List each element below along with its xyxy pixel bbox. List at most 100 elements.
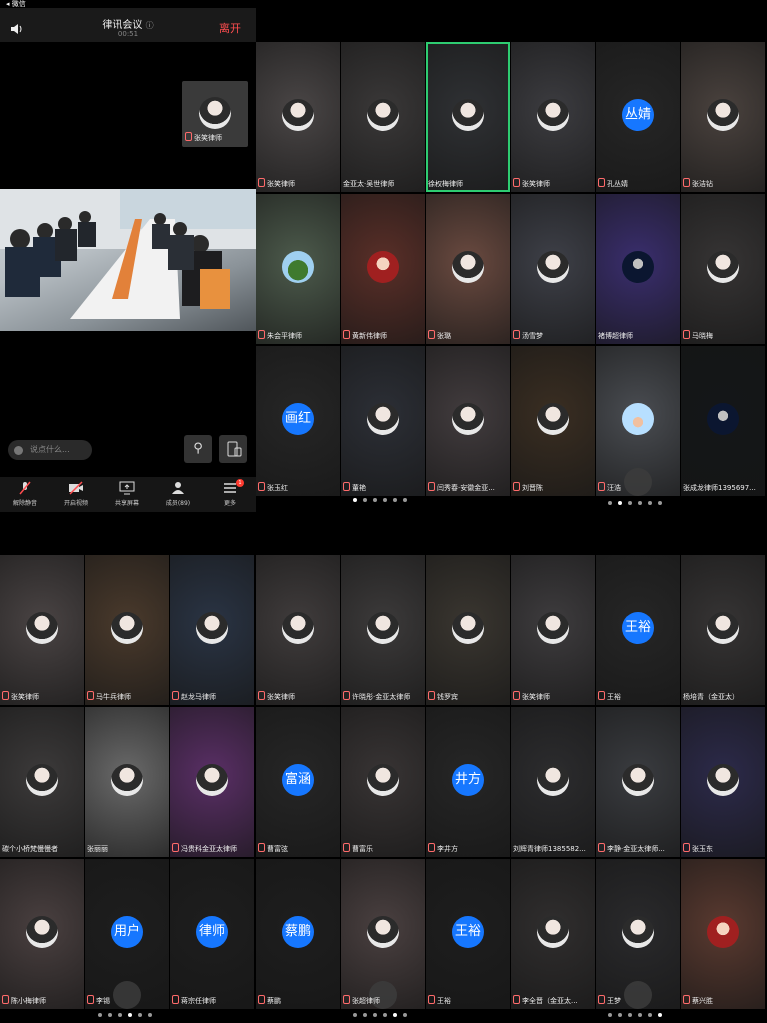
participant-tile[interactable]: 冯贵科金亚太律师 [170, 707, 254, 857]
mic-muted-icon [87, 995, 94, 1004]
participant-tile[interactable]: 李静·金亚太律师... [596, 707, 680, 857]
participant-tile[interactable]: 黄新伟律师 [341, 194, 425, 344]
participant-name: 张璐 [428, 330, 451, 341]
page-dot[interactable] [628, 501, 632, 505]
participant-tile[interactable]: 马晓梅 [681, 194, 765, 344]
emoji-icon[interactable] [14, 446, 23, 455]
page-dot[interactable] [98, 1013, 102, 1017]
participant-tile[interactable]: 用户 李锡 [85, 859, 169, 1009]
participant-tile[interactable]: 王裕 王裕 [596, 555, 680, 705]
rotate-button[interactable] [219, 435, 247, 463]
participant-tile[interactable]: 画红 张玉红 [256, 346, 340, 496]
page-dot[interactable] [353, 498, 357, 502]
page-dot[interactable] [618, 1013, 622, 1017]
participant-tile[interactable]: 张笑律师 [511, 555, 595, 705]
mic-muted-icon [172, 691, 179, 700]
page-dot[interactable] [658, 501, 662, 505]
participant-tile[interactable]: 许晓彤·金亚太律师 [341, 555, 425, 705]
page-dot[interactable] [383, 1013, 387, 1017]
participant-tile[interactable]: 律师 蒋宗任律师 [170, 859, 254, 1009]
page-dot[interactable] [403, 498, 407, 502]
page-dot[interactable] [383, 498, 387, 502]
page-dot[interactable] [648, 501, 652, 505]
participant-tile[interactable]: 曹富乐 [341, 707, 425, 857]
mic-muted-icon [513, 330, 520, 339]
page-indicator[interactable] [608, 1013, 662, 1019]
page-dot[interactable] [658, 1013, 662, 1017]
participant-tile[interactable]: 王裕 王裕 [426, 859, 510, 1009]
participant-tile[interactable]: 张超律师 [341, 859, 425, 1009]
participant-tile[interactable]: 刘晋陈 [511, 346, 595, 496]
participant-tile[interactable]: 朱会平律师 [256, 194, 340, 344]
page-dot[interactable] [608, 1013, 612, 1017]
participant-tile[interactable]: 张丽丽 [85, 707, 169, 857]
avatar [111, 764, 143, 796]
page-indicator[interactable] [98, 1013, 152, 1019]
participant-tile[interactable]: 褚博超律师 [596, 194, 680, 344]
main-video[interactable] [0, 189, 256, 331]
participant-tile[interactable]: 张笑律师 [256, 42, 340, 192]
page-dot[interactable] [373, 1013, 377, 1017]
page-dot[interactable] [128, 1013, 132, 1017]
pin-button[interactable]: ⚲ [184, 435, 212, 463]
participant-tile[interactable]: 陈小梅律师 [0, 859, 84, 1009]
page-indicator[interactable] [353, 498, 407, 504]
page-dot[interactable] [108, 1013, 112, 1017]
page-dot[interactable] [648, 1013, 652, 1017]
page-dot[interactable] [638, 1013, 642, 1017]
participant-tile[interactable]: 汤雪梦 [511, 194, 595, 344]
self-preview[interactable]: 张笑律师 [182, 81, 248, 147]
participant-tile[interactable]: 张璐 [426, 194, 510, 344]
page-dot[interactable] [638, 501, 642, 505]
participant-tile[interactable]: 富涵 曹富弦 [256, 707, 340, 857]
page-dot[interactable] [353, 1013, 357, 1017]
participant-tile[interactable]: 井方 李井方 [426, 707, 510, 857]
participant-tile[interactable]: 碳个小桥梵慢慢者 [0, 707, 84, 857]
page-dot[interactable] [618, 501, 622, 505]
participant-tile[interactable]: 丛婧 孔丛婧 [596, 42, 680, 192]
page-dot[interactable] [608, 501, 612, 505]
page-dot[interactable] [138, 1013, 142, 1017]
participant-tile[interactable]: 张洁钻 [681, 42, 765, 192]
toolbar-item-4[interactable]: 更多 [205, 481, 255, 507]
participant-tile[interactable]: 董艳 [341, 346, 425, 496]
participant-tile[interactable]: 蔡鹏 蔡鹏 [256, 859, 340, 1009]
participant-tile[interactable]: 杨培青（金亚太） [681, 555, 765, 705]
mic-muted-icon [428, 995, 435, 1004]
participant-tile[interactable]: 张成龙律师1395697... [681, 346, 765, 496]
participant-tile[interactable]: 刘辉青律师1385582... [511, 707, 595, 857]
leave-button[interactable]: 离开 [219, 20, 241, 36]
participant-tile[interactable]: 张笑律师 [511, 42, 595, 192]
participant-tile[interactable]: 闫秀春·安徽金亚... [426, 346, 510, 496]
toolbar-item-0[interactable]: 解除静音 [0, 481, 50, 507]
page-dot[interactable] [393, 1013, 397, 1017]
participant-tile[interactable]: 钱罗宾 [426, 555, 510, 705]
participant-tile[interactable]: 赵龙马律师 [170, 555, 254, 705]
info-icon[interactable]: ⓘ [146, 21, 154, 30]
toolbar-item-1[interactable]: 开启视频 [51, 481, 101, 507]
toolbar-item-3[interactable]: 成员(89) [153, 481, 203, 507]
page-dot[interactable] [118, 1013, 122, 1017]
page-dot[interactable] [363, 498, 367, 502]
participant-tile[interactable]: 张玉东 [681, 707, 765, 857]
participant-tile[interactable]: 徐权梅律师 [426, 42, 510, 192]
participant-tile[interactable]: 汪浩 [596, 346, 680, 496]
page-dot[interactable] [403, 1013, 407, 1017]
page-dot[interactable] [628, 1013, 632, 1017]
participant-tile[interactable]: 王梦 [596, 859, 680, 1009]
participant-tile[interactable]: 金亚太·吴世律师 [341, 42, 425, 192]
back-to-wechat[interactable]: ◂ 微信 [6, 0, 26, 8]
page-dot[interactable] [363, 1013, 367, 1017]
participant-tile[interactable]: 马牛兵律师 [85, 555, 169, 705]
page-indicator[interactable] [353, 1013, 407, 1019]
participant-tile[interactable]: 张笑律师 [256, 555, 340, 705]
page-dot[interactable] [373, 498, 377, 502]
participant-tile[interactable]: 李全晋（金亚太... [511, 859, 595, 1009]
page-dot[interactable] [393, 498, 397, 502]
avatar [707, 764, 739, 796]
toolbar-item-2[interactable]: 共享屏幕 [102, 481, 152, 507]
participant-tile[interactable]: 张笑律师 [0, 555, 84, 705]
participant-tile[interactable]: 蔡兴胜 [681, 859, 765, 1009]
page-indicator[interactable] [608, 501, 662, 507]
page-dot[interactable] [148, 1013, 152, 1017]
